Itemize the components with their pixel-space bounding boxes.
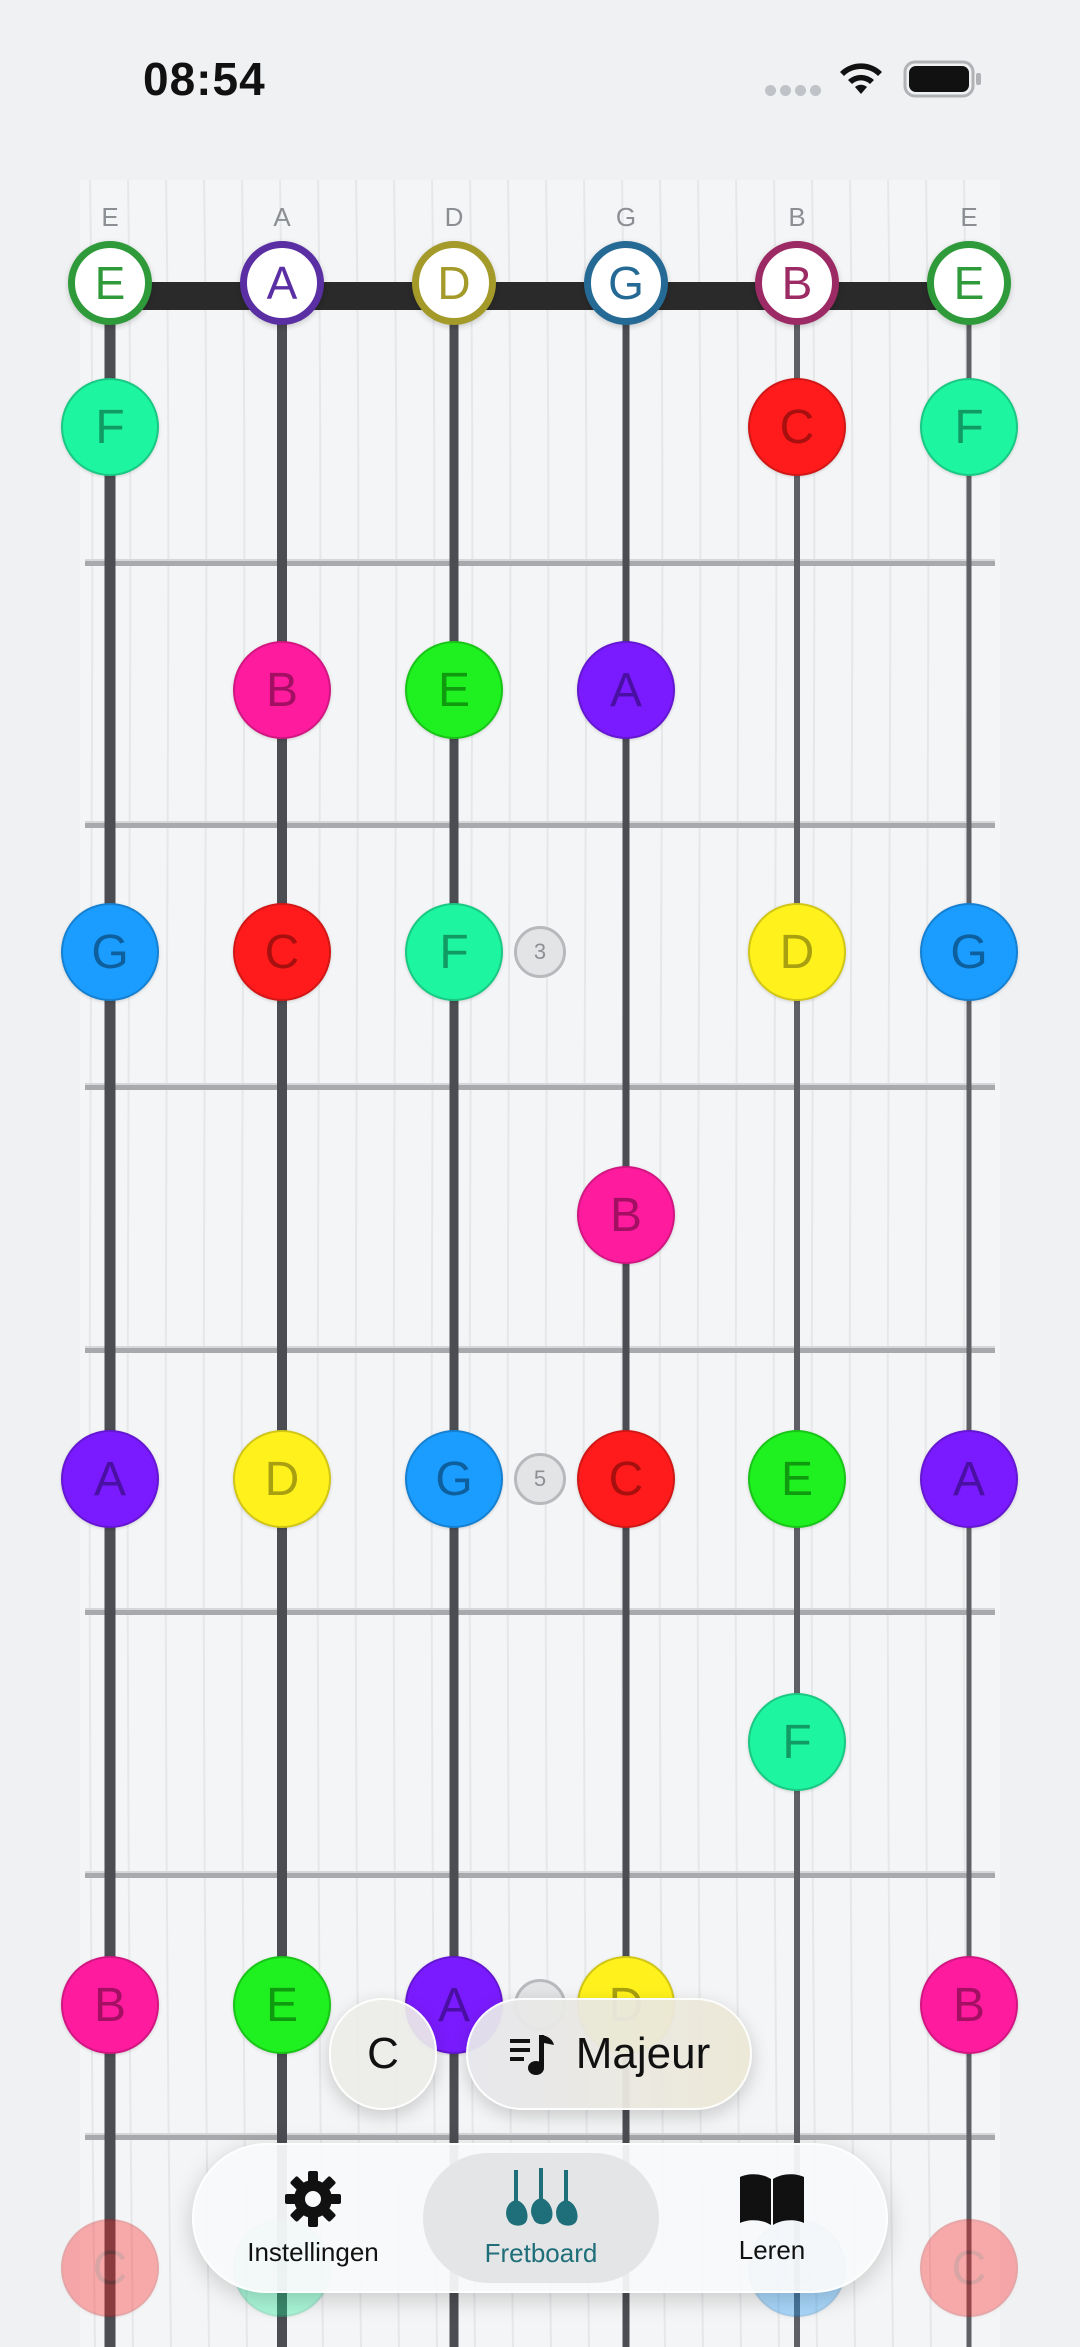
note-marker[interactable]: D: [233, 1430, 331, 1528]
open-string-note[interactable]: E: [68, 241, 152, 325]
tab-learn[interactable]: Leren: [657, 2153, 887, 2283]
tab-fretboard[interactable]: Fretboard: [423, 2153, 659, 2283]
open-string-note[interactable]: A: [240, 241, 324, 325]
tab-settings[interactable]: Instellingen: [198, 2153, 428, 2283]
note-marker[interactable]: B: [920, 1956, 1018, 2054]
fret-wire-highlight: [85, 2133, 995, 2135]
book-icon: [740, 2173, 804, 2225]
fret-wire-highlight: [85, 1871, 995, 1873]
note-marker[interactable]: C: [577, 1430, 675, 1528]
fretboard[interactable]: EADGBE EADGBE FCFBEAGCFDG3BADGCEA5FBEADB…: [0, 0, 1080, 2347]
note-marker[interactable]: G: [61, 903, 159, 1001]
note-marker[interactable]: F: [61, 378, 159, 476]
scale-label: Majeur: [575, 2029, 711, 2078]
note-marker[interactable]: E: [405, 641, 503, 739]
string-label: E: [960, 202, 978, 232]
open-string-note[interactable]: B: [755, 241, 839, 325]
string-label: A: [273, 202, 291, 232]
note-marker[interactable]: G: [405, 1430, 503, 1528]
tab-learn-label: Leren: [738, 2234, 806, 2265]
fret-wire-highlight: [85, 559, 995, 561]
root-note-button[interactable]: C: [329, 1998, 437, 2110]
note-marker[interactable]: C: [233, 903, 331, 1001]
note-marker[interactable]: E: [233, 1956, 331, 2054]
fret-number-marker: 3: [514, 926, 566, 978]
note-marker[interactable]: F: [920, 378, 1018, 476]
note-marker[interactable]: A: [920, 1430, 1018, 1528]
note-marker[interactable]: B: [233, 641, 331, 739]
scale-button[interactable]: Majeur: [466, 1998, 752, 2110]
fret-wire-highlight: [85, 1608, 995, 1610]
note-marker[interactable]: B: [61, 1956, 159, 2054]
note-marker[interactable]: D: [748, 903, 846, 1001]
tab-bar: Instellingen Fretboard Leren: [192, 2143, 888, 2293]
string-label: D: [444, 202, 464, 232]
note-marker[interactable]: C: [920, 2219, 1018, 2317]
note-marker[interactable]: G: [920, 903, 1018, 1001]
tab-settings-label: Instellingen: [247, 2236, 379, 2267]
open-string-note[interactable]: G: [584, 241, 668, 325]
string-label: G: [615, 202, 637, 232]
music-list-icon: [509, 2035, 554, 2075]
nut: [92, 282, 982, 310]
note-marker[interactable]: F: [405, 903, 503, 1001]
note-marker[interactable]: C: [61, 2219, 159, 2317]
open-string-note[interactable]: E: [927, 241, 1011, 325]
fret-wire-highlight: [85, 1083, 995, 1085]
root-note-label: C: [367, 2029, 399, 2078]
note-marker[interactable]: B: [577, 1166, 675, 1264]
open-string-note[interactable]: D: [412, 241, 496, 325]
tab-fretboard-label: Fretboard: [484, 2237, 598, 2268]
gear-icon: [285, 2170, 341, 2227]
note-marker[interactable]: E: [748, 1430, 846, 1528]
string-label: E: [101, 202, 119, 232]
fret-number-marker: 5: [514, 1453, 566, 1505]
string-label: B: [788, 202, 806, 232]
note-marker[interactable]: A: [577, 641, 675, 739]
fret-wire-highlight: [85, 1346, 995, 1348]
fret-wire-highlight: [85, 821, 995, 823]
note-marker[interactable]: F: [748, 1693, 846, 1791]
note-marker[interactable]: C: [748, 378, 846, 476]
note-marker[interactable]: A: [61, 1430, 159, 1528]
guitars-icon: [506, 2167, 578, 2226]
guitar-string: [794, 296, 800, 2347]
